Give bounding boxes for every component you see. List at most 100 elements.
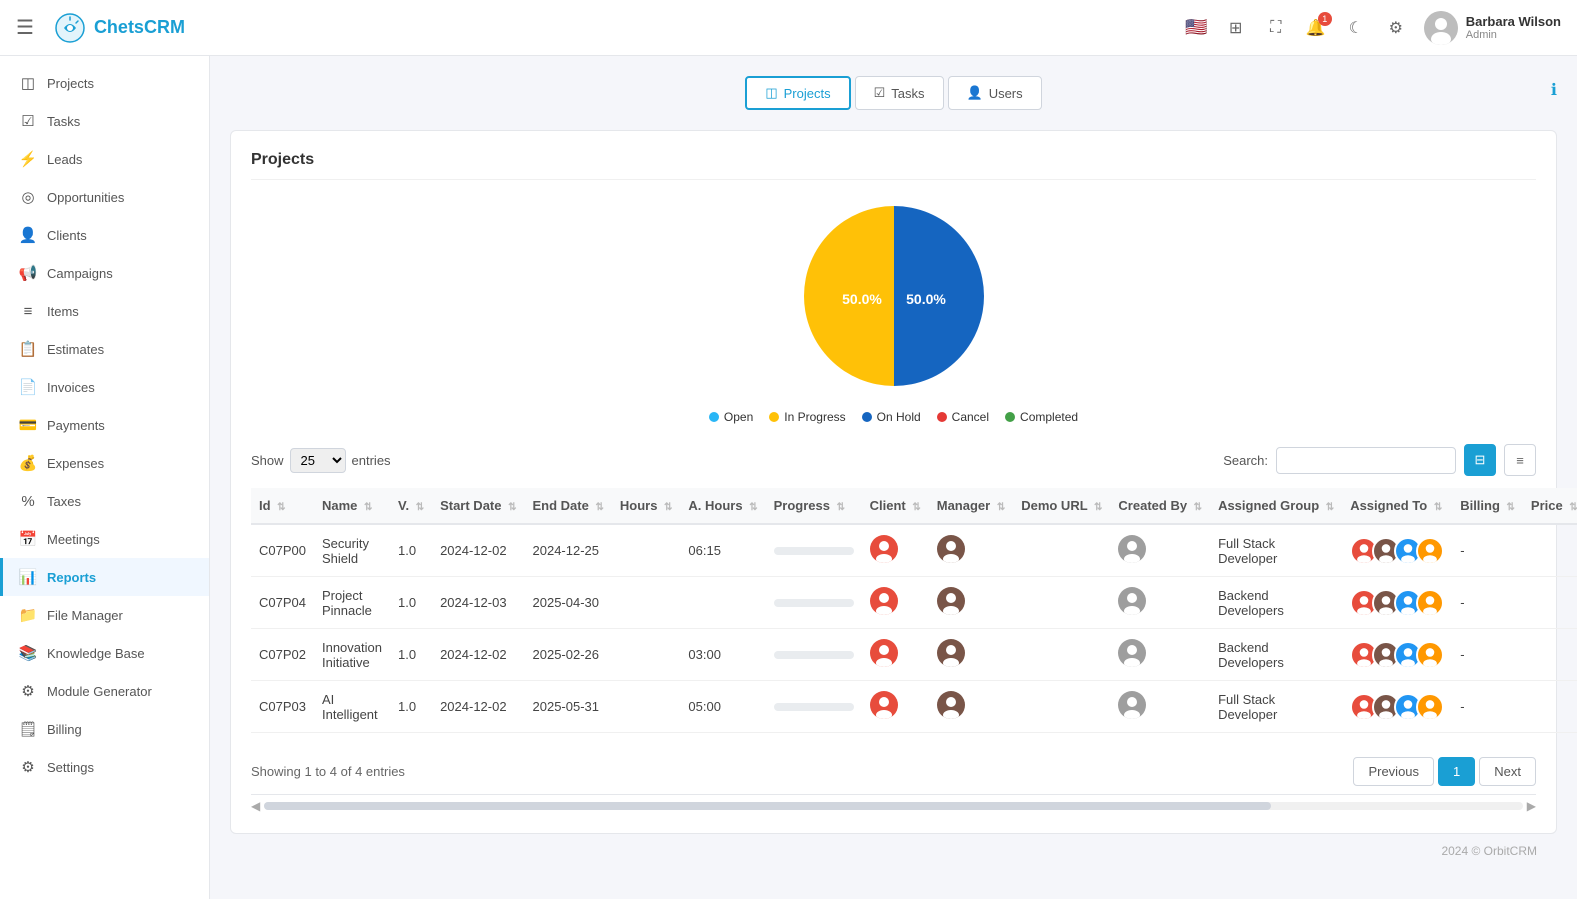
col-assigned-to[interactable]: Assigned To ⇅ — [1342, 488, 1452, 524]
sidebar-item-estimates[interactable]: 📋 Estimates — [0, 330, 209, 368]
pie-chart: 50.0% 50.0% — [794, 196, 994, 396]
list-view-btn[interactable]: ≡ — [1504, 444, 1536, 476]
col-a-hours[interactable]: A. Hours ⇅ — [680, 488, 765, 524]
col-hours[interactable]: Hours ⇅ — [612, 488, 681, 524]
legend-label-Open: Open — [724, 410, 753, 424]
row-billing: - — [1452, 577, 1523, 629]
legend-dot-Open — [709, 412, 719, 422]
col-start-date[interactable]: Start Date ⇅ — [432, 488, 524, 524]
grid-view-btn[interactable]: ⊟ — [1464, 444, 1496, 476]
sidebar-item-campaigns[interactable]: 📢 Campaigns — [0, 254, 209, 292]
legend-dot-Completed — [1005, 412, 1015, 422]
file-manager-icon: 📁 — [19, 606, 37, 624]
scroll-left-arrow[interactable]: ◀ — [251, 799, 260, 813]
sidebar-item-meetings[interactable]: 📅 Meetings — [0, 520, 209, 558]
sidebar-item-file-manager[interactable]: 📁 File Manager — [0, 596, 209, 634]
row-assigned-to — [1342, 681, 1452, 733]
sidebar-item-expenses[interactable]: 💰 Expenses — [0, 444, 209, 482]
info-icon[interactable]: ℹ — [1551, 80, 1557, 100]
sidebar-label-expenses: Expenses — [47, 456, 104, 471]
sidebar-item-reports[interactable]: 📊 Reports — [0, 558, 209, 596]
scroll-thumb[interactable] — [264, 802, 1271, 810]
tab-users[interactable]: 👤 Users — [948, 76, 1042, 110]
col-name[interactable]: Name ⇅ — [314, 488, 390, 524]
table-header: Id ⇅ Name ⇅ V. ⇅ Start Date ⇅ End Date ⇅… — [251, 488, 1577, 524]
horizontal-scrollbar[interactable]: ◀ ▶ — [251, 794, 1536, 813]
page-1-button[interactable]: 1 — [1438, 757, 1475, 786]
sidebar-item-billing[interactable]: 🗒 Billing — [0, 710, 209, 748]
show-select[interactable]: 25 10 50 100 — [290, 448, 346, 473]
sidebar-item-tasks[interactable]: ☑ Tasks — [0, 102, 209, 140]
settings-icon[interactable]: ⚙ — [1384, 16, 1408, 40]
sidebar-item-invoices[interactable]: 📄 Invoices — [0, 368, 209, 406]
user-profile[interactable]: Barbara Wilson Admin — [1424, 11, 1561, 45]
notifications-icon[interactable]: 🔔 1 — [1304, 16, 1328, 40]
tab-tasks[interactable]: ☑ Tasks — [855, 76, 944, 110]
campaigns-icon: 📢 — [19, 264, 37, 282]
entries-label: entries — [352, 453, 391, 468]
row-created-by — [1110, 577, 1210, 629]
row-v: 1.0 — [390, 681, 432, 733]
header-actions: 🇺🇸 ⊞ ⛶ 🔔 1 ☾ ⚙ Barbara Wilson Admin — [1185, 11, 1561, 45]
sidebar-label-settings: Settings — [47, 760, 94, 775]
hamburger-button[interactable]: ☰ — [16, 15, 34, 40]
sidebar-item-items[interactable]: ≡ Items — [0, 292, 209, 330]
sidebar-item-taxes[interactable]: % Taxes — [0, 482, 209, 520]
grid-menu-icon[interactable]: ⊞ — [1224, 16, 1248, 40]
legend-dot-In Progress — [769, 412, 779, 422]
sidebar-item-leads[interactable]: ⚡ Leads — [0, 140, 209, 178]
language-flag[interactable]: 🇺🇸 — [1185, 17, 1207, 38]
chart-area: 50.0% 50.0% Open In Progress On Hold Can… — [251, 196, 1536, 424]
sidebar-item-knowledge-base[interactable]: 📚 Knowledge Base — [0, 634, 209, 672]
col-demo-url[interactable]: Demo URL ⇅ — [1013, 488, 1110, 524]
row-created-by — [1110, 629, 1210, 681]
fullscreen-icon[interactable]: ⛶ — [1264, 16, 1288, 40]
row-end-date: 2025-05-31 — [525, 681, 612, 733]
invoices-icon: 📄 — [19, 378, 37, 396]
legend-on-hold: On Hold — [862, 410, 921, 424]
sidebar-item-projects[interactable]: ◫ Projects — [0, 64, 209, 102]
avatar-cell — [1118, 587, 1146, 615]
col-billing[interactable]: Billing ⇅ — [1452, 488, 1523, 524]
previous-button[interactable]: Previous — [1353, 757, 1434, 786]
col-client[interactable]: Client ⇅ — [862, 488, 929, 524]
row-id[interactable]: C07P00 — [251, 524, 314, 577]
page-card: Projects 50.0% 50.0% Op — [230, 130, 1557, 834]
scroll-right-arrow[interactable]: ▶ — [1527, 799, 1536, 813]
col-created-by[interactable]: Created By ⇅ — [1110, 488, 1210, 524]
col-manager[interactable]: Manager ⇅ — [929, 488, 1013, 524]
sidebar-label-taxes: Taxes — [47, 494, 81, 509]
tab-projects[interactable]: ◫ Projects — [745, 76, 850, 110]
sidebar-item-module-generator[interactable]: ⚙ Module Generator — [0, 672, 209, 710]
row-id[interactable]: C07P04 — [251, 577, 314, 629]
search-input[interactable] — [1276, 447, 1456, 474]
scroll-track[interactable] — [264, 802, 1523, 810]
table-row: C07P04 Project Pinnacle 1.0 2024-12-03 2… — [251, 577, 1577, 629]
row-assigned-to — [1342, 577, 1452, 629]
col-v[interactable]: V. ⇅ — [390, 488, 432, 524]
next-button[interactable]: Next — [1479, 757, 1536, 786]
row-assigned-to — [1342, 524, 1452, 577]
row-progress — [766, 681, 862, 733]
col-price[interactable]: Price ⇅ — [1523, 488, 1577, 524]
row-a-hours: 03:00 — [680, 629, 765, 681]
col-id[interactable]: Id ⇅ — [251, 488, 314, 524]
sidebar-item-opportunities[interactable]: ◎ Opportunities — [0, 178, 209, 216]
svg-text:50.0%: 50.0% — [906, 291, 946, 307]
col-assigned-group[interactable]: Assigned Group ⇅ — [1210, 488, 1342, 524]
row-id[interactable]: C07P03 — [251, 681, 314, 733]
legend-label-In Progress: In Progress — [784, 410, 845, 424]
sidebar-item-payments[interactable]: 💳 Payments — [0, 406, 209, 444]
row-v: 1.0 — [390, 629, 432, 681]
row-assigned-group: Backend Developers — [1210, 629, 1342, 681]
sidebar-item-settings[interactable]: ⚙ Settings — [0, 748, 209, 786]
dark-mode-icon[interactable]: ☾ — [1344, 16, 1368, 40]
row-id[interactable]: C07P02 — [251, 629, 314, 681]
row-price — [1523, 629, 1577, 681]
tab-navigation: ◫ Projects☑ Tasks👤 Users ℹ — [230, 76, 1557, 110]
sidebar-label-payments: Payments — [47, 418, 105, 433]
col-progress[interactable]: Progress ⇅ — [766, 488, 862, 524]
col-end-date[interactable]: End Date ⇅ — [525, 488, 612, 524]
avatar-cell — [870, 691, 898, 719]
sidebar-item-clients[interactable]: 👤 Clients — [0, 216, 209, 254]
